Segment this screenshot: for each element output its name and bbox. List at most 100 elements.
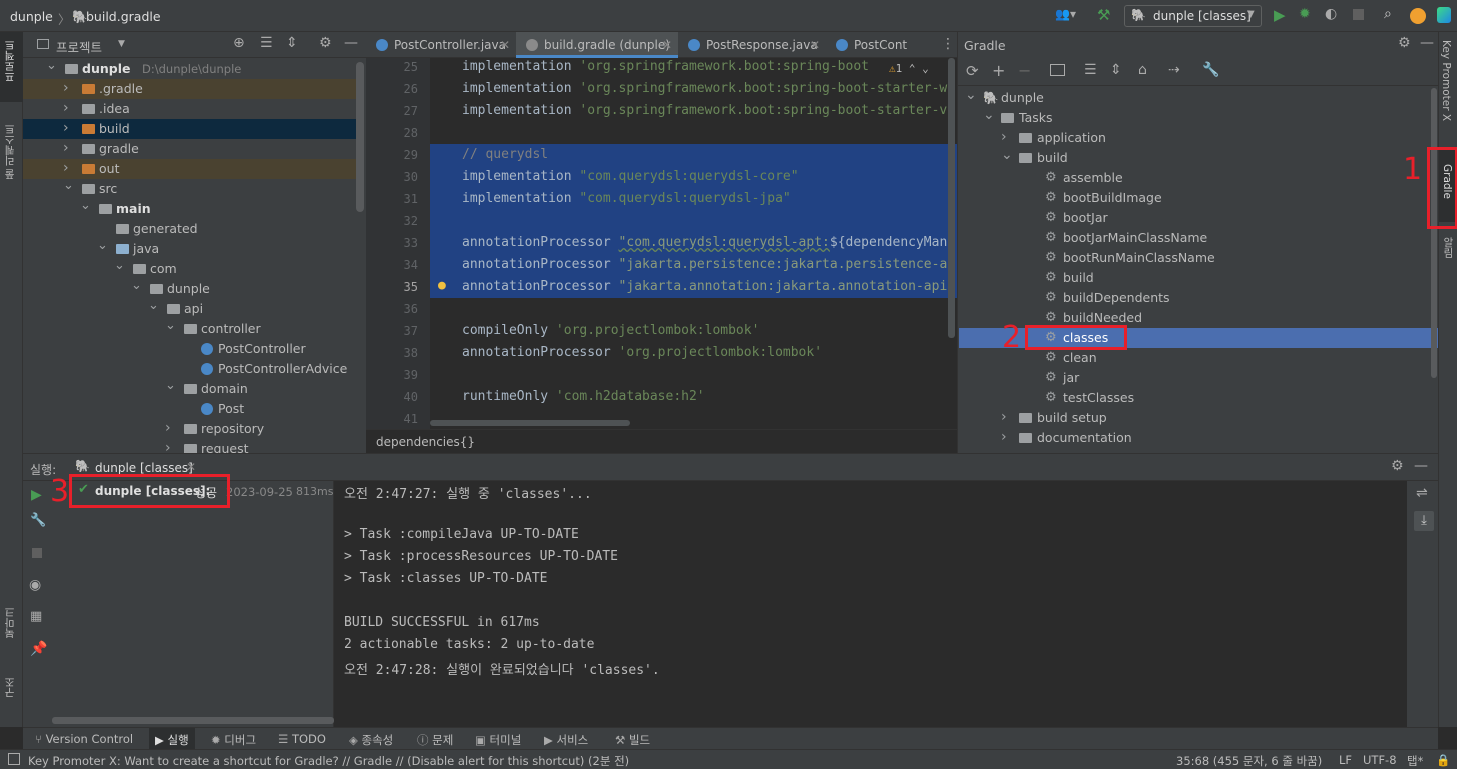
expand-all-icon[interactable]: ☰: [260, 35, 273, 51]
layout-icon[interactable]: ▦: [30, 609, 42, 624]
editor-tab-0[interactable]: PostController.java ✕: [366, 32, 516, 58]
breadcrumb-project[interactable]: dunple: [10, 9, 53, 24]
tree-item-10[interactable]: ⌄ com: [23, 258, 358, 279]
collapse-all-icon[interactable]: ⇕: [1110, 62, 1122, 78]
gradle-item-2[interactable]: › application: [959, 128, 1439, 148]
chevron-down-icon[interactable]: ⌄: [148, 296, 159, 316]
remove-icon[interactable]: −: [1018, 61, 1031, 80]
toolwindow-3[interactable]: ☰ TODO: [278, 732, 326, 746]
editor-tab-3[interactable]: PostCont: [826, 32, 957, 58]
close-icon[interactable]: ✕: [500, 32, 510, 58]
gradle-item-16[interactable]: › build setup: [959, 408, 1439, 428]
wrench-icon[interactable]: 🔧: [30, 513, 46, 528]
code-line[interactable]: [430, 210, 957, 232]
gradle-item-15[interactable]: ⚙ testClasses: [959, 388, 1439, 408]
editor-tab-2[interactable]: PostResponse.java ✕: [678, 32, 826, 58]
close-icon[interactable]: ✕: [186, 460, 196, 474]
chevron-down-icon[interactable]: ⌄: [165, 376, 176, 396]
chevron-down-icon[interactable]: ▼: [118, 39, 125, 49]
structure-tool-label[interactable]: 구조: [2, 677, 17, 698]
file-encoding[interactable]: UTF-8: [1363, 753, 1397, 767]
code-line[interactable]: // querydsl: [430, 144, 957, 166]
scrollbar[interactable]: [52, 717, 334, 724]
code-line[interactable]: implementation "com.querydsl:querydsl-co…: [430, 166, 957, 188]
chevron-right-icon[interactable]: ›: [1001, 407, 1007, 427]
add-icon[interactable]: +: [992, 61, 1005, 80]
chevron-right-icon[interactable]: ›: [63, 158, 69, 178]
tree-item-7[interactable]: ⌄ main: [23, 196, 358, 219]
editor-breadcrumb[interactable]: dependencies{}: [376, 435, 475, 449]
stop-icon[interactable]: [1353, 9, 1364, 20]
editor-scrollbar[interactable]: [948, 58, 955, 338]
scrollbar[interactable]: [356, 62, 364, 212]
code-line[interactable]: implementation 'org.springframework.boot…: [430, 58, 957, 78]
gradle-item-3[interactable]: ⌄ build: [959, 145, 1439, 168]
tree-item-8[interactable]: generated: [23, 219, 358, 239]
bookmarks-tool-label[interactable]: 북마크: [2, 607, 17, 639]
chevron-right-icon[interactable]: ›: [165, 418, 171, 438]
chevron-down-icon[interactable]: ⌄: [983, 105, 995, 125]
chevron-down-icon[interactable]: ⌄: [63, 176, 74, 196]
rerun-icon[interactable]: ▶: [31, 487, 42, 503]
hide-panel-icon[interactable]: —: [1420, 35, 1434, 51]
chevron-down-icon[interactable]: ⌄: [80, 196, 91, 216]
chevron-down-icon[interactable]: ⌄: [46, 58, 57, 76]
coverage-icon[interactable]: ◐: [1325, 6, 1337, 22]
code-line[interactable]: implementation 'org.springframework.boot…: [430, 78, 957, 100]
chevron-down-icon[interactable]: ⌄: [1001, 145, 1013, 165]
tree-item-15[interactable]: PostControllerAdvice: [23, 359, 358, 379]
toolwindow-4[interactable]: ◈ 종속성: [349, 732, 393, 748]
code-line[interactable]: compileOnly 'org.projectlombok:lombok': [430, 320, 957, 342]
chevron-down-icon[interactable]: ⌄: [131, 276, 142, 296]
build-hammer-icon[interactable]: ⚒: [1097, 6, 1110, 24]
status-message[interactable]: Key Promoter X: Want to create a shortcu…: [28, 753, 629, 769]
chevron-right-icon[interactable]: ›: [63, 138, 69, 158]
project-tool-label[interactable]: 프로젝트: [2, 40, 17, 82]
project-panel-title[interactable]: 프로젝트: [56, 37, 102, 56]
code-line[interactable]: annotationProcessor "com.querydsl:queryd…: [430, 232, 957, 254]
chevron-right-icon[interactable]: ›: [1001, 427, 1007, 447]
toolwindow-2[interactable]: ✹ 디버그: [211, 732, 256, 748]
chevron-right-icon[interactable]: ›: [63, 78, 69, 98]
gradle-item-6[interactable]: ⚙ bootJar: [959, 208, 1439, 228]
close-icon[interactable]: ✕: [810, 32, 820, 58]
update-icon[interactable]: [1410, 8, 1426, 24]
execute-task-icon[interactable]: [1050, 64, 1065, 76]
eye-icon[interactable]: ◉: [29, 577, 41, 593]
run-console[interactable]: 오전 2:47:27: 실행 중 'classes'... > Task :com…: [334, 481, 1407, 727]
code-line[interactable]: implementation "com.querydsl:querydsl-jp…: [430, 188, 957, 210]
code-line[interactable]: [430, 364, 957, 386]
settings-gear-icon[interactable]: ⚙: [319, 35, 332, 51]
editor-hscrollbar[interactable]: [430, 420, 630, 426]
code-editor[interactable]: implementation 'org.springframework.boot…: [430, 58, 957, 429]
toolwindow-5[interactable]: ⓘ 문제: [417, 732, 453, 748]
hide-panel-icon[interactable]: —: [344, 35, 358, 51]
run-config-dropdown[interactable]: 🐘 dunple [classes] ▼: [1124, 5, 1262, 27]
indent-setting[interactable]: 탭*: [1407, 753, 1423, 769]
gradle-item-17[interactable]: › documentation: [959, 428, 1439, 448]
close-icon[interactable]: ✕: [662, 32, 672, 58]
toolwindow-1[interactable]: ▶ 실행: [149, 728, 195, 749]
locate-icon[interactable]: ⊕: [233, 35, 245, 51]
status-panel-icon[interactable]: [8, 753, 20, 765]
pin-icon[interactable]: 📌: [30, 641, 47, 657]
reload-icon[interactable]: ⟳: [966, 62, 979, 80]
breadcrumb-file[interactable]: build.gradle: [86, 9, 161, 24]
tree-item-3[interactable]: › build: [23, 119, 358, 139]
key-promoter-tool-label[interactable]: Key Promoter X: [1440, 40, 1452, 121]
chevron-right-icon[interactable]: ›: [63, 98, 69, 118]
expand-all-icon[interactable]: ☰: [1084, 62, 1097, 78]
inspection-widget[interactable]: ⚠1 ⌃ ⌄: [886, 62, 932, 75]
gradle-item-7[interactable]: ⚙ bootJarMainClassName: [959, 228, 1439, 248]
tree-item-14[interactable]: PostController: [23, 339, 358, 359]
pull-request-tool-label[interactable]: 풀 리퀘스트: [2, 124, 17, 180]
tree-item-13[interactable]: ⌄ controller: [23, 318, 358, 339]
lock-icon[interactable]: 🔒: [1436, 753, 1450, 767]
chevron-right-icon[interactable]: ›: [165, 438, 171, 453]
chevron-right-icon[interactable]: ›: [1001, 127, 1007, 147]
settings-gear-icon[interactable]: ⚙: [1398, 35, 1411, 51]
toolwindow-6[interactable]: ▣ 터미널: [475, 732, 521, 748]
code-line[interactable]: runtimeOnly 'com.h2database:h2': [430, 386, 957, 408]
soft-wrap-icon[interactable]: ⇌: [1416, 485, 1428, 501]
run-icon[interactable]: ▶: [1274, 6, 1286, 24]
